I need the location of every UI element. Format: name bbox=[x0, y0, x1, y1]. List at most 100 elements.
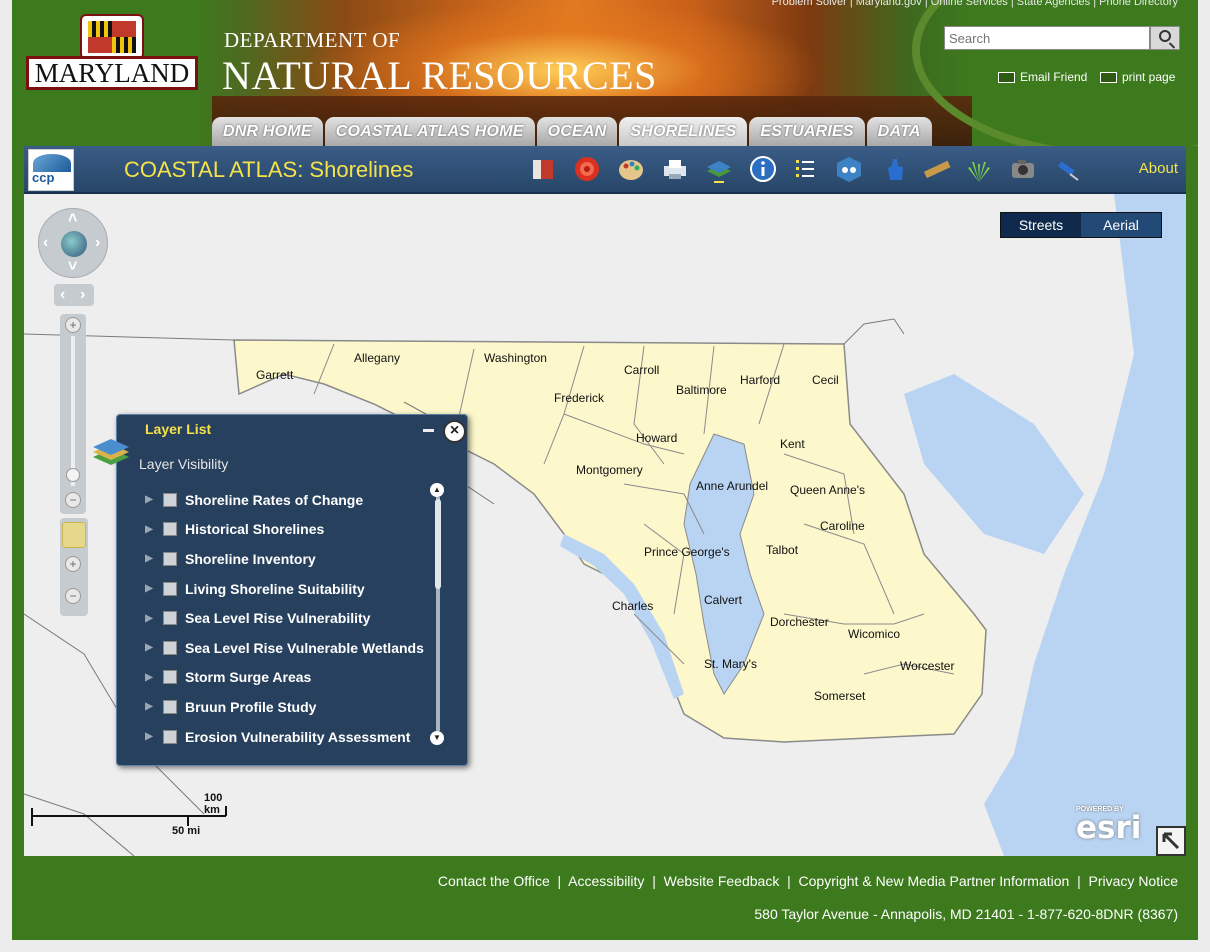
layer-checkbox[interactable] bbox=[163, 729, 177, 744]
info-icon[interactable] bbox=[748, 154, 778, 184]
expand-arrow-icon[interactable]: ▶ bbox=[145, 524, 155, 535]
email-friend-link[interactable]: Email Friend bbox=[998, 70, 1087, 84]
footer-link-copyright[interactable]: Copyright & New Media Partner Informatio… bbox=[799, 873, 1070, 889]
layer-checkbox[interactable] bbox=[163, 640, 177, 655]
tab-shorelines[interactable]: SHORELINES bbox=[619, 117, 748, 146]
zoom-out-icon[interactable]: − bbox=[65, 492, 81, 508]
tab-estuaries[interactable]: ESTUARIES bbox=[749, 117, 865, 146]
layer-checkbox[interactable] bbox=[163, 522, 177, 537]
pan-down-icon[interactable]: ˅ bbox=[68, 259, 77, 275]
pan-left-icon[interactable]: ‹ bbox=[43, 235, 48, 251]
tab-data[interactable]: DATA bbox=[866, 117, 932, 146]
palette-icon[interactable] bbox=[616, 154, 646, 184]
county-label: Worcester bbox=[900, 659, 954, 673]
layer-checkbox[interactable] bbox=[163, 551, 177, 566]
footer-link-feedback[interactable]: Website Feedback bbox=[664, 873, 780, 889]
layer-checkbox[interactable] bbox=[163, 581, 177, 596]
pan-hand-icon[interactable] bbox=[62, 522, 86, 548]
layer-label: Sea Level Rise Vulnerability bbox=[185, 610, 371, 627]
expand-arrow-icon[interactable]: ▶ bbox=[145, 731, 155, 742]
print-page-link[interactable]: print page bbox=[1100, 70, 1175, 84]
layer-item[interactable]: ▶ Bruun Profile Study bbox=[145, 692, 427, 722]
expand-arrow-icon[interactable]: ▶ bbox=[145, 494, 155, 505]
scroll-thumb[interactable] bbox=[435, 499, 441, 589]
layer-label: Shoreline Inventory bbox=[185, 550, 316, 567]
target-icon[interactable] bbox=[572, 154, 602, 184]
zoom-in-tool-icon[interactable]: + bbox=[65, 556, 81, 572]
expand-arrow-icon[interactable]: ▶ bbox=[145, 553, 155, 564]
esri-logo[interactable]: POWERED BY esri bbox=[1076, 806, 1148, 850]
next-extent-icon[interactable]: › bbox=[80, 287, 85, 303]
search-input[interactable] bbox=[944, 26, 1150, 50]
county-label: Charles bbox=[612, 599, 653, 613]
panel-title: Layer List bbox=[145, 421, 212, 437]
layer-item[interactable]: ▶ Historical Shorelines bbox=[145, 515, 427, 545]
minimize-icon[interactable] bbox=[423, 429, 434, 432]
layer-checkbox[interactable] bbox=[163, 492, 177, 507]
county-label: Cecil bbox=[812, 373, 839, 387]
envelope-icon bbox=[998, 71, 1015, 83]
dept-title-line1: DEPARTMENT OF bbox=[224, 28, 401, 52]
expand-arrow-icon[interactable]: ▶ bbox=[145, 672, 155, 683]
zoom-slider[interactable]: + − bbox=[60, 314, 86, 514]
camera-icon[interactable] bbox=[1008, 154, 1038, 184]
zoom-thumb[interactable] bbox=[66, 468, 80, 482]
footer-link-privacy[interactable]: Privacy Notice bbox=[1089, 873, 1178, 889]
pin-icon[interactable] bbox=[1052, 154, 1082, 184]
zoom-in-icon[interactable]: + bbox=[65, 317, 81, 333]
layer-label: Shoreline Rates of Change bbox=[185, 491, 364, 508]
layer-item[interactable]: ▶ Shoreline Inventory bbox=[145, 544, 427, 574]
zoom-track[interactable] bbox=[71, 336, 75, 486]
book-icon[interactable] bbox=[528, 154, 558, 184]
ccp-logo[interactable]: ccp bbox=[28, 149, 74, 191]
ruler-icon[interactable] bbox=[922, 154, 952, 184]
tab-coastal-atlas-home[interactable]: COASTAL ATLAS HOME bbox=[324, 117, 535, 146]
layer-item[interactable]: ▶ Storm Surge Areas bbox=[145, 663, 427, 693]
aerial-button[interactable]: Aerial bbox=[1081, 213, 1161, 237]
search-button[interactable] bbox=[1150, 26, 1180, 50]
footer-link-contact[interactable]: Contact the Office bbox=[438, 873, 550, 889]
globe-icon[interactable] bbox=[61, 231, 87, 257]
layer-item[interactable]: ▶ Erosion Vulnerability Assessment bbox=[145, 722, 427, 752]
footer-link-accessibility[interactable]: Accessibility bbox=[568, 873, 644, 889]
map-view[interactable]: Garrett Allegany Washington Carroll Fred… bbox=[24, 194, 1186, 856]
cube-tool-icon[interactable] bbox=[834, 154, 864, 184]
layer-item[interactable]: ▶ Living Shoreline Suitability bbox=[145, 574, 427, 604]
layer-item[interactable]: ▶ Sea Level Rise Vulnerability bbox=[145, 603, 427, 633]
streets-button[interactable]: Streets bbox=[1001, 213, 1081, 237]
county-label: Garrett bbox=[256, 368, 294, 382]
scroll-down-icon[interactable]: ▼ bbox=[430, 731, 444, 745]
layer-item[interactable]: ▶ Sea Level Rise Vulnerable Wetlands bbox=[145, 633, 427, 663]
delaware-bay bbox=[904, 374, 1084, 554]
pan-compass[interactable]: ˄ ˅ ‹ › bbox=[38, 208, 108, 278]
maryland-logo[interactable]: MARYLAND bbox=[26, 14, 198, 90]
pan-right-icon[interactable]: › bbox=[95, 235, 100, 251]
layer-scrollbar[interactable]: ▲ ▼ bbox=[427, 483, 449, 745]
tab-dnr-home[interactable]: DNR HOME bbox=[212, 117, 323, 146]
hand-pointer-icon[interactable] bbox=[880, 154, 910, 184]
county-label: Queen Anne's bbox=[790, 483, 865, 497]
layer-checkbox[interactable] bbox=[163, 670, 177, 685]
grass-icon[interactable] bbox=[964, 154, 994, 184]
pan-up-icon[interactable]: ˄ bbox=[68, 211, 77, 227]
layer-checkbox[interactable] bbox=[163, 699, 177, 714]
layer-item[interactable]: ▶ Shoreline Rates of Change bbox=[145, 485, 427, 515]
expand-arrow-icon[interactable]: ▶ bbox=[145, 701, 155, 712]
expand-arrow-icon[interactable]: ▶ bbox=[145, 583, 155, 594]
scale-mi-label: 50 mi bbox=[172, 825, 201, 837]
print-icon[interactable] bbox=[660, 154, 690, 184]
layer-checkbox[interactable] bbox=[163, 611, 177, 626]
close-icon[interactable]: × bbox=[443, 420, 466, 443]
layers-icon[interactable] bbox=[704, 154, 734, 184]
zoom-out-tool-icon[interactable]: − bbox=[65, 588, 81, 604]
about-link[interactable]: About bbox=[1139, 160, 1178, 177]
prev-extent-icon[interactable]: ‹ bbox=[60, 287, 65, 303]
expand-map-icon[interactable] bbox=[1156, 826, 1186, 856]
top-utility-links[interactable]: Problem Solver | Maryland.gov | Online S… bbox=[772, 0, 1178, 8]
expand-arrow-icon[interactable]: ▶ bbox=[145, 642, 155, 653]
scroll-up-icon[interactable]: ▲ bbox=[430, 483, 444, 497]
tab-ocean[interactable]: OCEAN bbox=[536, 117, 618, 146]
list-icon[interactable] bbox=[790, 154, 820, 184]
expand-arrow-icon[interactable]: ▶ bbox=[145, 613, 155, 624]
extent-history: ‹ › bbox=[54, 284, 94, 306]
